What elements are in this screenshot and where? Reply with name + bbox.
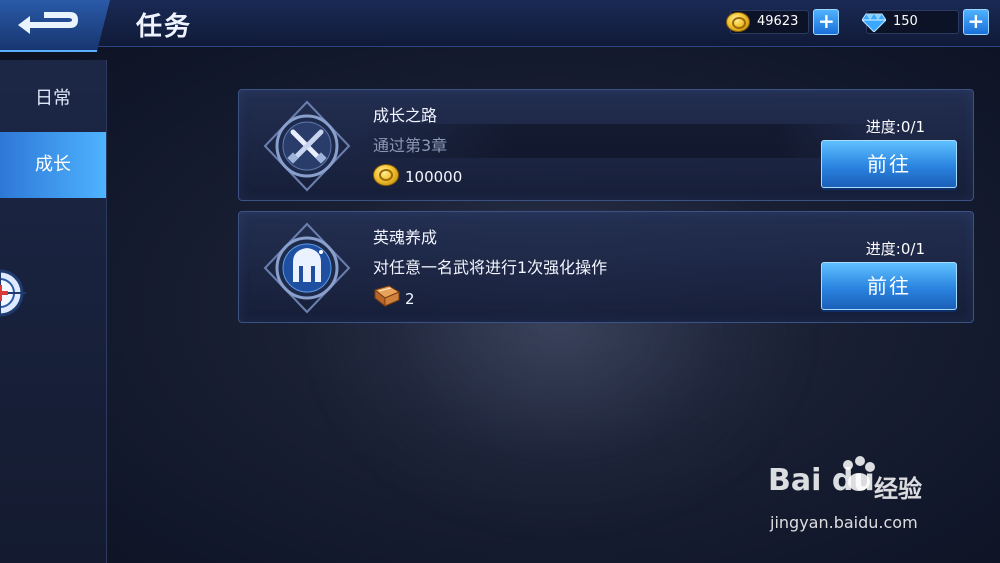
baidu-watermark: Bai du 经验 jingyan.baidu.com xyxy=(768,455,968,545)
task-name: 英魂养成 xyxy=(373,228,438,247)
top-bar: 任务 49623 + 150 + xyxy=(0,0,1000,52)
back-arrow-icon xyxy=(18,12,78,34)
helmet-icon xyxy=(263,222,351,314)
watermark-logo: Bai du xyxy=(768,463,875,498)
go-button[interactable]: 前往 xyxy=(821,262,957,310)
reward-amount: 2 xyxy=(405,290,415,308)
crossed-swords-icon xyxy=(263,100,351,192)
crosshair-icon[interactable] xyxy=(0,262,32,324)
task-progress: 进度:0/1 xyxy=(865,240,925,258)
task-card: 英魂养成 对任意一名武将进行1次强化操作 2 进度:0/1 前往 xyxy=(238,211,974,323)
watermark-url: jingyan.baidu.com xyxy=(770,513,918,532)
add-diamond-button[interactable]: + xyxy=(962,9,989,35)
back-button[interactable] xyxy=(0,0,110,52)
task-progress: 进度:0/1 xyxy=(865,118,925,136)
sidebar-item-growth[interactable]: 成长 xyxy=(0,132,106,198)
task-card: 成长之路 通过第3章 100000 进度:0/1 前往 xyxy=(238,89,974,201)
gold-coin-icon xyxy=(373,164,399,186)
diamond-icon xyxy=(862,13,886,32)
gold-coin-icon xyxy=(726,12,750,32)
page-title: 任务 xyxy=(136,12,193,42)
task-description: 通过第3章 xyxy=(373,136,448,155)
task-name: 成长之路 xyxy=(373,106,438,125)
reward-amount: 100000 xyxy=(405,168,463,186)
book-icon xyxy=(373,285,401,308)
add-gold-button[interactable]: + xyxy=(813,9,840,35)
task-description: 对任意一名武将进行1次强化操作 xyxy=(373,258,608,277)
watermark-brand: 经验 xyxy=(874,475,922,503)
sidebar-item-daily[interactable]: 日常 xyxy=(0,66,106,132)
go-button[interactable]: 前往 xyxy=(821,140,957,188)
